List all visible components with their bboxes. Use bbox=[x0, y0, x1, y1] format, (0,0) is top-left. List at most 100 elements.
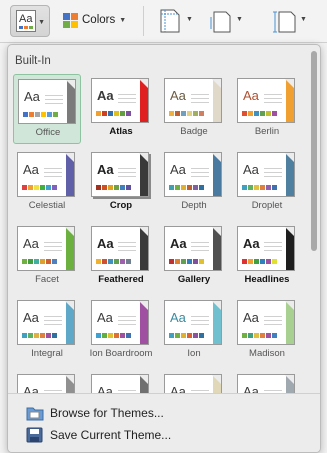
theme-preview-text: Aa bbox=[97, 310, 113, 325]
theme-tile[interactable]: Aa Crop bbox=[87, 148, 155, 218]
theme-tile[interactable]: Aa bbox=[13, 370, 81, 394]
theme-preview-text: Aa bbox=[97, 162, 114, 177]
save-theme-item[interactable]: Save Current Theme... bbox=[26, 425, 171, 445]
theme-preview: Aa bbox=[164, 152, 222, 197]
theme-label: Office bbox=[35, 127, 61, 138]
theme-tile[interactable]: Aa bbox=[87, 370, 155, 394]
theme-label: Ion bbox=[187, 348, 201, 359]
browse-folder-icon bbox=[26, 407, 44, 421]
theme-tile[interactable]: Aa Office bbox=[13, 74, 81, 144]
ribbon-divider bbox=[143, 6, 144, 36]
theme-preview-text: Aa bbox=[170, 236, 187, 251]
theme-label: Facet bbox=[35, 274, 59, 285]
theme-label: Feathered bbox=[98, 274, 144, 285]
theme-label: Gallery bbox=[177, 274, 211, 285]
theme-preview: Aa bbox=[237, 374, 295, 394]
theme-tile[interactable]: Aa Madison bbox=[233, 296, 301, 366]
theme-label: Atlas bbox=[109, 126, 133, 137]
dropdown-footer: Browse for Themes... Save Current Theme.… bbox=[8, 393, 320, 452]
theme-preview: Aa bbox=[18, 79, 76, 124]
theme-tile[interactable]: Aa Integral bbox=[13, 296, 81, 366]
theme-preview-text: Aa bbox=[97, 236, 114, 251]
colors-button[interactable]: Colors ▼ bbox=[63, 9, 126, 31]
section-title: Built-In bbox=[15, 55, 51, 67]
theme-preview: Aa bbox=[164, 226, 222, 271]
theme-tile[interactable]: Aa Berlin bbox=[233, 74, 301, 144]
theme-tile[interactable]: Aa Ion Boardroom bbox=[87, 296, 155, 366]
theme-preview: Aa bbox=[91, 226, 149, 271]
theme-preview-text: Aa bbox=[23, 310, 39, 325]
theme-swatches bbox=[242, 259, 277, 264]
theme-label: Crop bbox=[109, 200, 133, 211]
theme-swatches bbox=[96, 185, 131, 190]
theme-preview-text: Aa bbox=[23, 236, 39, 251]
theme-preview-text: Aa bbox=[23, 162, 39, 177]
browse-themes-item[interactable]: Browse for Themes... bbox=[26, 403, 164, 423]
theme-label: Ion Boardroom bbox=[89, 348, 153, 359]
theme-label: Headlines bbox=[244, 274, 290, 285]
theme-preview-text: Aa bbox=[24, 89, 40, 104]
theme-swatches bbox=[22, 259, 57, 264]
theme-tile[interactable]: Aa Celestial bbox=[13, 148, 81, 218]
theme-swatches bbox=[23, 112, 58, 117]
theme-swatches bbox=[169, 259, 204, 264]
theme-preview: Aa bbox=[91, 300, 149, 345]
theme-swatches bbox=[242, 333, 277, 338]
theme-preview: Aa bbox=[91, 152, 149, 197]
theme-preview-text: Aa bbox=[243, 310, 259, 325]
theme-preview: Aa bbox=[164, 374, 222, 394]
theme-swatches bbox=[169, 333, 204, 338]
theme-label: Celestial bbox=[28, 200, 66, 211]
chevron-down-icon[interactable]: ▼ bbox=[300, 16, 307, 23]
theme-tile[interactable]: Aa Atlas bbox=[87, 74, 155, 144]
theme-preview-text: Aa bbox=[243, 162, 259, 177]
theme-label: Depth bbox=[181, 200, 207, 211]
theme-tile[interactable]: Aa Ion bbox=[160, 296, 228, 366]
theme-swatches bbox=[96, 111, 131, 116]
chevron-down-icon[interactable]: ▼ bbox=[236, 16, 243, 23]
theme-preview-text: Aa bbox=[243, 236, 260, 251]
size-icon[interactable] bbox=[272, 8, 298, 34]
themes-button[interactable]: Aa ▼ bbox=[10, 5, 50, 37]
chevron-down-icon: ▼ bbox=[38, 19, 45, 26]
theme-tile[interactable]: Aa bbox=[160, 370, 228, 394]
scrollbar-thumb[interactable] bbox=[311, 51, 317, 251]
theme-swatches bbox=[22, 333, 57, 338]
theme-swatches bbox=[242, 185, 277, 190]
chevron-down-icon: ▼ bbox=[119, 16, 127, 24]
theme-label: Madison bbox=[249, 348, 285, 359]
theme-gallery: Aa Office Aa Atlas Aa Badge Aa Berlin Aa Celestia… bbox=[8, 74, 308, 394]
theme-label: Integral bbox=[31, 348, 63, 359]
ribbon: Aa ▼ Colors ▼ ▼ ▼ ▼ bbox=[0, 0, 327, 43]
theme-tile[interactable]: Aa Gallery bbox=[160, 222, 228, 292]
theme-tile[interactable]: Aa Feathered bbox=[87, 222, 155, 292]
theme-tile[interactable]: Aa Headlines bbox=[233, 222, 301, 292]
themes-dropdown: Built-In Aa Office Aa Atlas Aa Badge Aa Berlin A… bbox=[7, 44, 321, 453]
theme-label: Badge bbox=[180, 126, 208, 137]
browse-themes-label: Browse for Themes... bbox=[50, 406, 164, 420]
themes-icon-text: Aa bbox=[19, 13, 33, 25]
theme-preview: Aa bbox=[17, 300, 75, 345]
colors-label: Colors bbox=[82, 14, 116, 26]
theme-tile[interactable]: Aa Droplet bbox=[233, 148, 301, 218]
theme-preview-text: Aa bbox=[170, 310, 186, 325]
theme-tile[interactable]: Aa Facet bbox=[13, 222, 81, 292]
margins-icon[interactable] bbox=[157, 8, 183, 34]
theme-swatches bbox=[96, 259, 131, 264]
theme-preview: Aa bbox=[164, 300, 222, 345]
theme-tile[interactable]: Aa bbox=[233, 370, 301, 394]
orientation-icon[interactable] bbox=[208, 8, 234, 34]
theme-preview: Aa bbox=[237, 226, 295, 271]
themes-icon: Aa bbox=[16, 10, 36, 32]
chevron-down-icon[interactable]: ▼ bbox=[186, 16, 193, 23]
theme-tile[interactable]: Aa Badge bbox=[160, 74, 228, 144]
theme-preview: Aa bbox=[91, 78, 149, 123]
theme-label: Droplet bbox=[251, 200, 283, 211]
theme-swatches bbox=[96, 333, 131, 338]
theme-preview: Aa bbox=[17, 374, 75, 394]
theme-swatches bbox=[169, 111, 204, 116]
theme-preview: Aa bbox=[17, 152, 75, 197]
theme-tile[interactable]: Aa Depth bbox=[160, 148, 228, 218]
save-theme-label: Save Current Theme... bbox=[50, 428, 172, 442]
theme-preview-text: Aa bbox=[170, 162, 186, 177]
